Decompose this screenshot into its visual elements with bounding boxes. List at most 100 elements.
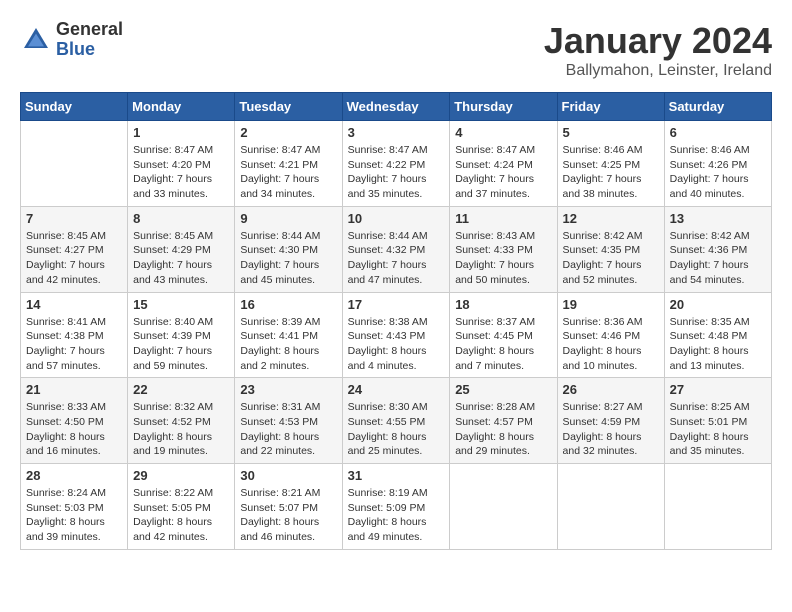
logo-blue: Blue — [56, 40, 123, 60]
day-info: Sunrise: 8:24 AMSunset: 5:03 PMDaylight:… — [26, 486, 122, 545]
day-number: 5 — [563, 125, 659, 140]
day-number: 17 — [348, 297, 445, 312]
calendar-cell: 23Sunrise: 8:31 AMSunset: 4:53 PMDayligh… — [235, 378, 342, 464]
day-number: 23 — [240, 382, 336, 397]
day-number: 11 — [455, 211, 551, 226]
day-info: Sunrise: 8:44 AMSunset: 4:32 PMDaylight:… — [348, 229, 445, 288]
calendar-cell: 12 Sunrise: 8:42 AMSunset: 4:35 PMDayligh… — [557, 206, 664, 292]
day-number: 16 — [240, 297, 336, 312]
day-info: Sunrise: 8:47 AMSunset: 4:20 PMDaylight:… — [133, 143, 229, 202]
title-block: January 2024 Ballymahon, Leinster, Irela… — [544, 20, 772, 80]
day-number: 24 — [348, 382, 445, 397]
calendar-cell: 18 Sunrise: 8:37 AMSunset: 4:45 PMDayligh… — [450, 292, 557, 378]
logo-text: General Blue — [56, 20, 123, 60]
day-header-monday: Monday — [128, 93, 235, 121]
logo-general: General — [56, 20, 123, 40]
day-number: 18 — [455, 297, 551, 312]
day-number: 25 — [455, 382, 551, 397]
calendar-cell: 24 Sunrise: 8:30 AMSunset: 4:55 PMDayligh… — [342, 378, 450, 464]
day-number: 12 — [563, 211, 659, 226]
calendar-cell: 8 Sunrise: 8:45 AMSunset: 4:29 PMDaylight… — [128, 206, 235, 292]
day-number: 31 — [348, 468, 445, 483]
calendar-cell: 10 Sunrise: 8:44 AMSunset: 4:32 PMDayligh… — [342, 206, 450, 292]
day-number: 14 — [26, 297, 122, 312]
day-info: Sunrise: 8:40 AMSunset: 4:39 PMDaylight:… — [133, 315, 229, 374]
calendar-week-row: 21Sunrise: 8:33 AMSunset: 4:50 PMDayligh… — [21, 378, 772, 464]
day-number: 2 — [240, 125, 336, 140]
day-info: Sunrise: 8:44 AMSunset: 4:30 PMDaylight:… — [240, 229, 336, 288]
day-info: Sunrise: 8:27 AMSunset: 4:59 PMDaylight:… — [563, 400, 659, 459]
day-info: Sunrise: 8:42 AMSunset: 4:36 PMDaylight:… — [670, 229, 766, 288]
calendar-cell: 29Sunrise: 8:22 AMSunset: 5:05 PMDayligh… — [128, 464, 235, 550]
month-title: January 2024 — [544, 20, 772, 62]
day-info: Sunrise: 8:39 AMSunset: 4:41 PMDaylight:… — [240, 315, 336, 374]
calendar-week-row: 7Sunrise: 8:45 AMSunset: 4:27 PMDaylight… — [21, 206, 772, 292]
day-info: Sunrise: 8:28 AMSunset: 4:57 PMDaylight:… — [455, 400, 551, 459]
calendar-header-row: SundayMondayTuesdayWednesdayThursdayFrid… — [21, 93, 772, 121]
day-number: 4 — [455, 125, 551, 140]
day-number: 15 — [133, 297, 229, 312]
day-info: Sunrise: 8:33 AMSunset: 4:50 PMDaylight:… — [26, 400, 122, 459]
day-info: Sunrise: 8:32 AMSunset: 4:52 PMDaylight:… — [133, 400, 229, 459]
calendar-cell: 3Sunrise: 8:47 AMSunset: 4:22 PMDaylight… — [342, 121, 450, 207]
day-number: 27 — [670, 382, 766, 397]
calendar-cell — [557, 464, 664, 550]
day-info: Sunrise: 8:19 AMSunset: 5:09 PMDaylight:… — [348, 486, 445, 545]
day-number: 8 — [133, 211, 229, 226]
calendar-week-row: 14Sunrise: 8:41 AMSunset: 4:38 PMDayligh… — [21, 292, 772, 378]
day-number: 19 — [563, 297, 659, 312]
day-info: Sunrise: 8:35 AMSunset: 4:48 PMDaylight:… — [670, 315, 766, 374]
calendar-cell: 5 Sunrise: 8:46 AMSunset: 4:25 PMDaylight… — [557, 121, 664, 207]
day-info: Sunrise: 8:47 AMSunset: 4:22 PMDaylight:… — [348, 143, 445, 202]
day-number: 30 — [240, 468, 336, 483]
day-info: Sunrise: 8:46 AMSunset: 4:26 PMDaylight:… — [670, 143, 766, 202]
day-info: Sunrise: 8:45 AMSunset: 4:29 PMDaylight:… — [133, 229, 229, 288]
day-number: 10 — [348, 211, 445, 226]
calendar-cell: 2 Sunrise: 8:47 AMSunset: 4:21 PMDaylight… — [235, 121, 342, 207]
day-header-friday: Friday — [557, 93, 664, 121]
calendar-cell: 21Sunrise: 8:33 AMSunset: 4:50 PMDayligh… — [21, 378, 128, 464]
calendar-table: SundayMondayTuesdayWednesdayThursdayFrid… — [20, 92, 772, 550]
day-number: 20 — [670, 297, 766, 312]
calendar-cell: 15 Sunrise: 8:40 AMSunset: 4:39 PMDayligh… — [128, 292, 235, 378]
day-info: Sunrise: 8:37 AMSunset: 4:45 PMDaylight:… — [455, 315, 551, 374]
logo: General Blue — [20, 20, 123, 60]
calendar-cell — [450, 464, 557, 550]
calendar-week-row: 28Sunrise: 8:24 AMSunset: 5:03 PMDayligh… — [21, 464, 772, 550]
day-number: 13 — [670, 211, 766, 226]
day-info: Sunrise: 8:38 AMSunset: 4:43 PMDaylight:… — [348, 315, 445, 374]
day-header-sunday: Sunday — [21, 93, 128, 121]
day-number: 9 — [240, 211, 336, 226]
day-number: 6 — [670, 125, 766, 140]
day-info: Sunrise: 8:21 AMSunset: 5:07 PMDaylight:… — [240, 486, 336, 545]
day-info: Sunrise: 8:47 AMSunset: 4:24 PMDaylight:… — [455, 143, 551, 202]
day-number: 29 — [133, 468, 229, 483]
page-header: General Blue January 2024 Ballymahon, Le… — [20, 20, 772, 80]
day-number: 26 — [563, 382, 659, 397]
calendar-cell: 22Sunrise: 8:32 AMSunset: 4:52 PMDayligh… — [128, 378, 235, 464]
calendar-cell: 16 Sunrise: 8:39 AMSunset: 4:41 PMDayligh… — [235, 292, 342, 378]
calendar-cell: 27 Sunrise: 8:25 AMSunset: 5:01 PMDayligh… — [664, 378, 771, 464]
location-subtitle: Ballymahon, Leinster, Ireland — [544, 62, 772, 80]
day-info: Sunrise: 8:30 AMSunset: 4:55 PMDaylight:… — [348, 400, 445, 459]
day-info: Sunrise: 8:42 AMSunset: 4:35 PMDaylight:… — [563, 229, 659, 288]
calendar-cell — [664, 464, 771, 550]
calendar-cell: 20 Sunrise: 8:35 AMSunset: 4:48 PMDayligh… — [664, 292, 771, 378]
calendar-cell: 14Sunrise: 8:41 AMSunset: 4:38 PMDayligh… — [21, 292, 128, 378]
day-number: 1 — [133, 125, 229, 140]
calendar-cell: 31 Sunrise: 8:19 AMSunset: 5:09 PMDayligh… — [342, 464, 450, 550]
calendar-cell — [21, 121, 128, 207]
calendar-week-row: 1 Sunrise: 8:47 AMSunset: 4:20 PMDaylight… — [21, 121, 772, 207]
day-info: Sunrise: 8:46 AMSunset: 4:25 PMDaylight:… — [563, 143, 659, 202]
calendar-cell: 1 Sunrise: 8:47 AMSunset: 4:20 PMDaylight… — [128, 121, 235, 207]
day-info: Sunrise: 8:47 AMSunset: 4:21 PMDaylight:… — [240, 143, 336, 202]
calendar-cell: 6 Sunrise: 8:46 AMSunset: 4:26 PMDaylight… — [664, 121, 771, 207]
logo-icon — [20, 24, 52, 56]
calendar-cell: 25 Sunrise: 8:28 AMSunset: 4:57 PMDayligh… — [450, 378, 557, 464]
day-info: Sunrise: 8:25 AMSunset: 5:01 PMDaylight:… — [670, 400, 766, 459]
day-header-saturday: Saturday — [664, 93, 771, 121]
calendar-cell: 26 Sunrise: 8:27 AMSunset: 4:59 PMDayligh… — [557, 378, 664, 464]
calendar-cell: 17 Sunrise: 8:38 AMSunset: 4:43 PMDayligh… — [342, 292, 450, 378]
calendar-cell: 28Sunrise: 8:24 AMSunset: 5:03 PMDayligh… — [21, 464, 128, 550]
calendar-cell: 19Sunrise: 8:36 AMSunset: 4:46 PMDayligh… — [557, 292, 664, 378]
